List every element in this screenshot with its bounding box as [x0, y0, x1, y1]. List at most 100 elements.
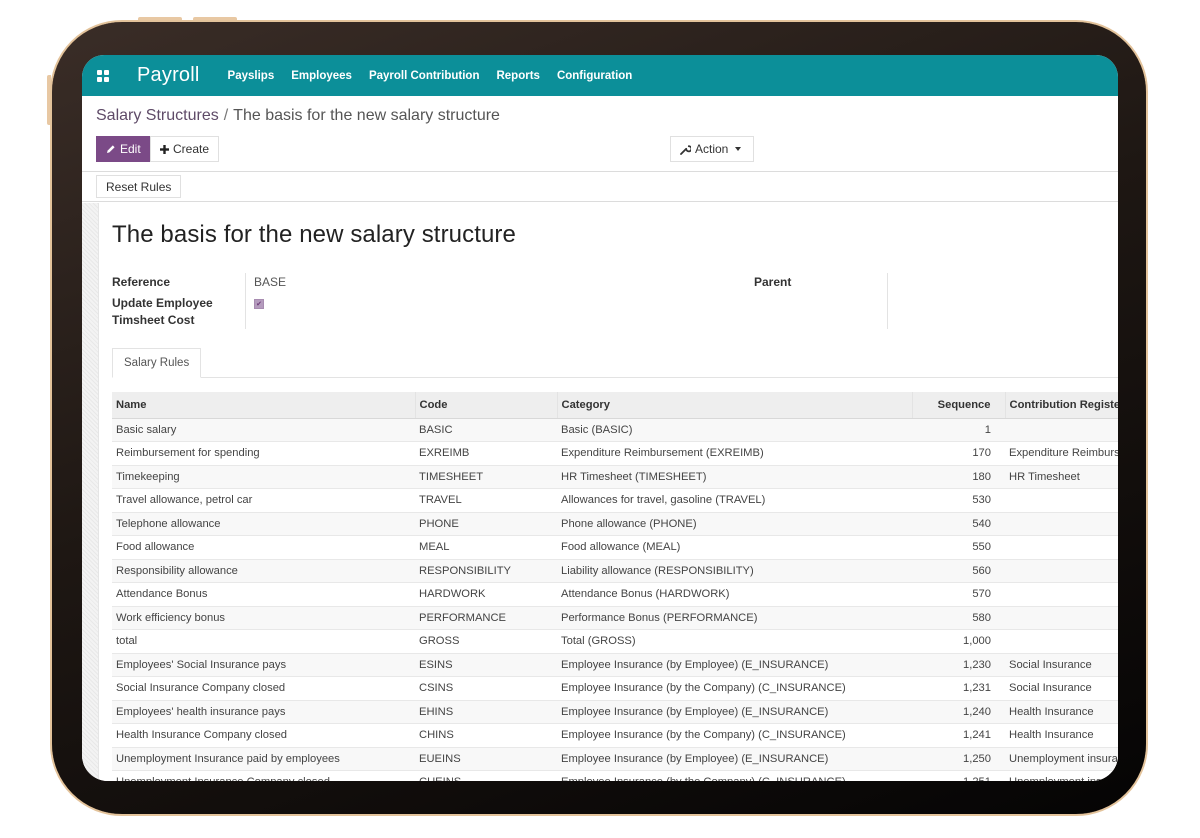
column-header-sequence[interactable]: Sequence: [912, 392, 1006, 419]
cell-contribution-register: [1005, 606, 1118, 630]
cell-category: Basic (BASIC): [557, 418, 912, 442]
cell-name: Travel allowance, petrol car: [112, 488, 415, 513]
nav-reports[interactable]: Reports: [496, 70, 539, 82]
form-sheet: The basis for the new salary structure R…: [98, 203, 1118, 781]
table-row[interactable]: Employees' health insurance pays EHINS Emp…: [112, 700, 1118, 724]
cell-code: CHINS: [415, 723, 557, 748]
table-row[interactable]: Travel allowance, petrol car TRAVEL Allowa…: [112, 488, 1118, 513]
cell-code: TIMESHEET: [415, 465, 557, 489]
table-row[interactable]: Telephone allowance PHONE Phone allowance …: [112, 512, 1118, 536]
cell-category: Expenditure Reimbursement (EXREIMB): [557, 441, 912, 466]
cell-code: RESPONSIBILITY: [415, 559, 557, 583]
cell-category: Employee Insurance (by Employee) (E_INSU…: [557, 700, 912, 724]
pencil-icon: [107, 145, 115, 153]
cell-category: Food allowance (MEAL): [557, 535, 912, 560]
table-row[interactable]: total GROSS Total (GROSS) 1,000: [112, 629, 1118, 654]
cell-category: Liability allowance (RESPONSIBILITY): [557, 559, 912, 583]
column-header-code[interactable]: Code: [415, 392, 558, 419]
cell-contribution-register: [1005, 629, 1118, 654]
nav-payroll-contribution[interactable]: Payroll Contribution: [369, 70, 480, 82]
cell-category: Performance Bonus (PERFORMANCE): [557, 606, 912, 630]
table-row[interactable]: Social Insurance Company closed CSINS Empl…: [112, 676, 1118, 701]
form-background: The basis for the new salary structure R…: [82, 203, 1118, 781]
edit-button[interactable]: Edit: [96, 136, 151, 162]
cell-contribution-register: Health Insurance: [1005, 700, 1118, 724]
cell-code: TRAVEL: [415, 488, 557, 513]
cell-name: Responsibility allowance: [112, 559, 415, 583]
cell-category: Phone allowance (PHONE): [557, 512, 912, 536]
cell-sequence: 1: [912, 418, 1005, 442]
cell-category: Employee Insurance (by Employee) (E_INSU…: [557, 747, 912, 771]
table-row[interactable]: Employees' Social Insurance pays ESINS Emp…: [112, 653, 1118, 677]
cell-name: Timekeeping: [112, 465, 415, 489]
table-row[interactable]: Unemployment Insurance Company closedCUE…: [112, 770, 1118, 781]
cell-name: Employees' health insurance pays: [112, 700, 415, 724]
app-screen: Payroll Payslips Employees Payroll Contr…: [82, 55, 1118, 781]
reset-rules-button[interactable]: Reset Rules: [96, 175, 182, 198]
breadcrumb: Salary Structures / The basis for the new …: [96, 107, 500, 125]
table-row[interactable]: Health Insurance Company closed CHINS Empl…: [112, 723, 1118, 748]
cell-name: Health Insurance Company closed: [112, 723, 415, 748]
table-row[interactable]: Unemployment Insurance paid by employees…: [112, 747, 1118, 771]
column-header-name[interactable]: Name: [112, 392, 416, 419]
update-timesheet-checkbox[interactable]: ✔: [254, 299, 264, 309]
cell-code: PERFORMANCE: [415, 606, 557, 630]
caret-down-icon: [735, 147, 742, 151]
action-dropdown[interactable]: Action: [670, 136, 755, 162]
breadcrumb-salary-structures[interactable]: Salary Structures: [96, 107, 219, 124]
apps-grid-icon[interactable]: [97, 69, 109, 82]
cell-sequence: 1,250: [912, 747, 1005, 771]
column-header-contribution-register[interactable]: Contribution Register: [1005, 392, 1118, 419]
table-row[interactable]: Responsibility allowance RESPONSIBILITY Li…: [112, 559, 1118, 583]
cell-contribution-register: [1005, 418, 1118, 442]
nav-payslips[interactable]: Payslips: [228, 70, 275, 82]
cell-sequence: 1,231: [912, 676, 1005, 701]
reference-value[interactable]: BASE: [254, 275, 286, 289]
action-dropdown-label: Action: [695, 142, 729, 156]
table-row[interactable]: Attendance Bonus HARDWORK Attendance Bonus…: [112, 582, 1118, 607]
cell-category: Attendance Bonus (HARDWORK): [557, 582, 912, 607]
cell-sequence: 180: [912, 465, 1005, 489]
update-timesheet-label-line1: Update Employee: [112, 296, 213, 310]
cell-code: EUEINS: [415, 747, 557, 771]
create-button[interactable]: Create: [150, 136, 220, 162]
cell-sequence: 1,000: [912, 629, 1005, 654]
nav-employees[interactable]: Employees: [291, 70, 352, 82]
cell-contribution-register: Unemployment insura: [1005, 747, 1118, 771]
cell-sequence: 1,251: [912, 770, 1005, 781]
cell-name: Employees' Social Insurance pays: [112, 653, 415, 677]
status-bar: Reset Rules: [82, 172, 1118, 202]
reference-label: Reference: [112, 275, 171, 289]
cell-category: HR Timesheet (TIMESHEET): [557, 465, 912, 489]
field-divider-parent: [887, 273, 888, 329]
cell-name: Basic salary: [112, 418, 415, 442]
cell-category: Employee Insurance (by the Company) (C_I…: [557, 676, 912, 701]
top-navbar: Payroll Payslips Employees Payroll Contr…: [82, 55, 1118, 96]
cell-contribution-register: Unemployment ins: [1005, 770, 1118, 781]
table-row[interactable]: Work efficiency bonus PERFORMANCE Performa…: [112, 606, 1118, 630]
cell-category: Allowances for travel, gasoline (TRAVEL): [557, 488, 912, 513]
cell-contribution-register: [1005, 582, 1118, 607]
cell-code: ESINS: [415, 653, 557, 677]
cell-contribution-register: Social Insurance: [1005, 653, 1118, 677]
table-row[interactable]: Food allowance MEAL Food allowance (MEAL) 5…: [112, 535, 1118, 560]
cell-sequence: 1,230: [912, 653, 1005, 677]
table-row[interactable]: Basic salary BASIC Basic (BASIC) 1: [112, 418, 1118, 442]
cell-sequence: 530: [912, 488, 1005, 513]
column-header-category[interactable]: Category: [557, 392, 913, 419]
cell-name: Social Insurance Company closed: [112, 676, 415, 701]
tab-salary-rules[interactable]: Salary Rules: [112, 348, 202, 378]
cell-category: Employee Insurance (by the Company) (C_I…: [557, 723, 912, 748]
breadcrumb-current: The basis for the new salary structure: [233, 107, 500, 124]
cell-name: Unemployment Insurance paid by employees: [112, 747, 415, 771]
table-row[interactable]: Reimbursement for spending EXREIMB Expendi…: [112, 441, 1118, 466]
plus-icon: [160, 144, 169, 154]
cell-contribution-register: [1005, 559, 1118, 583]
cell-sequence: 1,240: [912, 700, 1005, 724]
nav-configuration[interactable]: Configuration: [557, 70, 632, 82]
cell-code: MEAL: [415, 535, 557, 560]
table-row[interactable]: Timekeeping TIMESHEET HR Timesheet (TIMESH…: [112, 465, 1118, 489]
record-title: The basis for the new salary structure: [112, 221, 516, 248]
wrench-icon: [680, 144, 691, 155]
cell-code: HARDWORK: [415, 582, 557, 607]
